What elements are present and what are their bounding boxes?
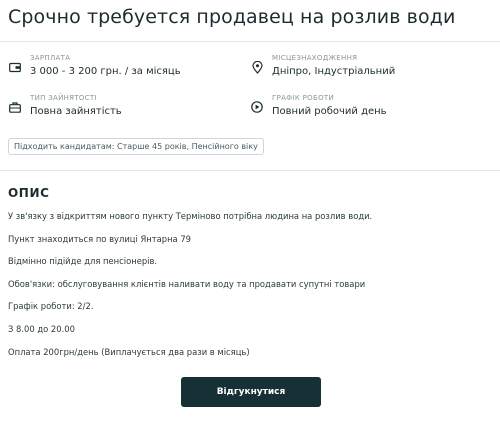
location-info: МІСЦЕЗНАХОДЖЕННЯ Дніпро, Індустріальний [250, 53, 395, 78]
employment-type-info: ТИП ЗАЙНЯТОСТІ Повна зайнятість [8, 93, 122, 118]
location-pin-icon [250, 60, 264, 74]
schedule-label: ГРАФІК РОБОТИ [272, 94, 335, 102]
description-paragraph: Графік роботи: 2/2. [8, 301, 94, 311]
description-paragraph: З 8.00 до 20.00 [8, 324, 75, 334]
salary-value: 3 000 - 3 200 грн. / за місяць [30, 66, 181, 77]
description-paragraph: Відмінно підійде для пенсіонерів. [8, 256, 158, 266]
description-separator [0, 170, 500, 171]
employment-type-value: Повна зайнятість [30, 106, 122, 117]
play-circle-icon [250, 100, 264, 114]
schedule-value: Повний робочий день [272, 106, 387, 117]
description-paragraph: Оплата 200грн/день (Виплачується два раз… [8, 347, 250, 357]
employment-type-label: ТИП ЗАЙНЯТОСТІ [30, 94, 97, 102]
location-value: Дніпро, Індустріальний [272, 66, 396, 77]
schedule-info: ГРАФІК РОБОТИ Повний робочий день [250, 93, 387, 118]
description-paragraph: У зв'язку з відкриттям нового пункту Тер… [8, 211, 373, 221]
salary-info: ЗАРПЛАТА 3 000 - 3 200 грн. / за місяць [8, 53, 181, 78]
salary-label: ЗАРПЛАТА [30, 54, 71, 62]
apply-button[interactable]: Відгукнутися [181, 377, 321, 407]
candidate-suitability-tag: Підходить кандидатам: Старше 45 років, П… [8, 138, 264, 155]
description-paragraph: Пункт знаходиться по вулиці Янтарна 79 [8, 234, 192, 244]
description-paragraph: Обов'язки: обслуговування клієнтів налив… [8, 279, 366, 289]
vacancy-title: Срочно требуется продавец на розлив води [8, 6, 456, 28]
location-label: МІСЦЕЗНАХОДЖЕННЯ [272, 54, 358, 62]
briefcase-icon [8, 100, 22, 114]
header-separator [0, 41, 500, 42]
wallet-icon [8, 60, 22, 74]
description-heading: ОПИС [8, 186, 50, 200]
